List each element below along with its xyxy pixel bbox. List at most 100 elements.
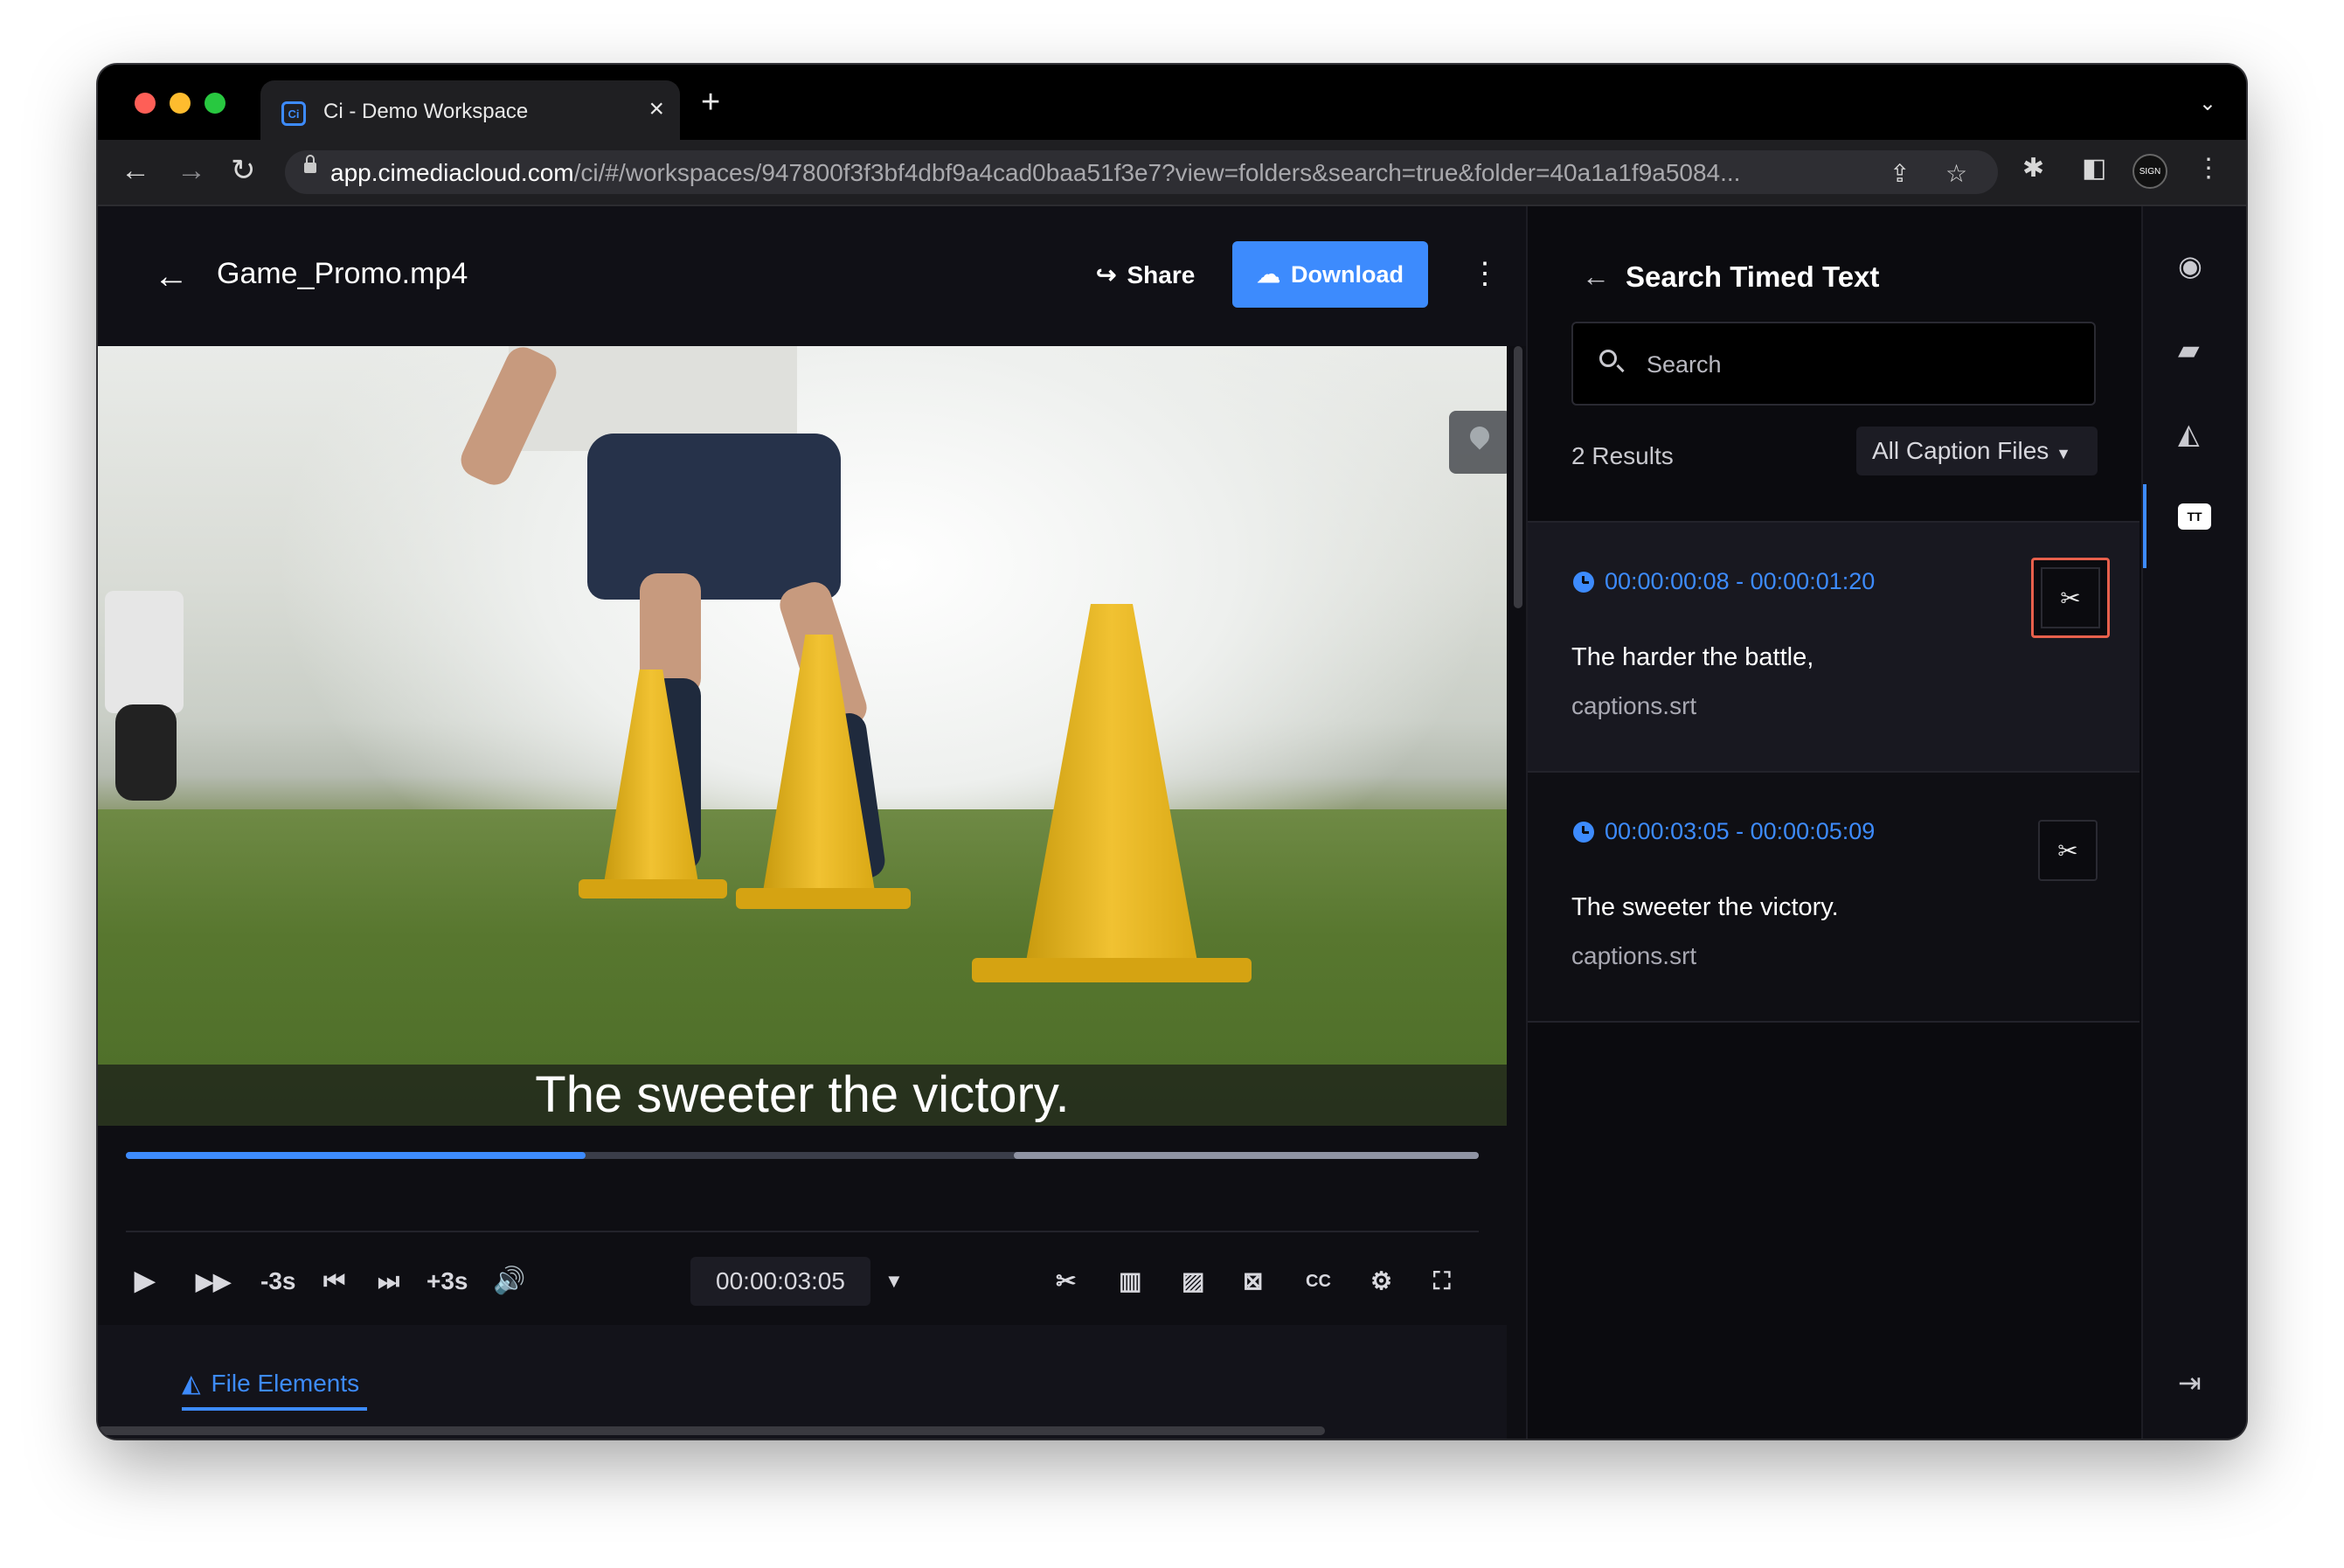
collapse-panel-icon[interactable]: ⇥ [2178,1369,2202,1397]
location-pin-icon[interactable] [1449,411,1507,474]
progress-bar[interactable] [126,1152,1479,1159]
scissors-icon: ✂ [2057,836,2078,864]
clock-icon [1573,821,1594,843]
volume-icon[interactable]: 🔊 [493,1260,525,1302]
tab-file-elements[interactable]: ◭ File Elements [182,1369,359,1398]
closed-captions-icon[interactable]: CC [1306,1260,1331,1302]
back-icon[interactable]: ← [121,156,150,185]
extensions-icon[interactable]: ✱ [2022,156,2044,182]
shapes-icon[interactable]: ◭ [2178,420,2200,448]
result-caption-text: The harder the battle, [1571,643,1814,671]
new-tab-icon[interactable]: + [701,86,720,119]
tab-strip: Ci Ci - Demo Workspace × + ⌄ [98,65,2246,140]
comment-icon[interactable]: ▰ [2178,336,2200,364]
forward-icon[interactable]: → [177,156,206,185]
tab-title: Ci - Demo Workspace [323,100,529,123]
url-text[interactable]: app.cimediacloud.com/ci/#/workspaces/947… [330,159,1921,187]
browser-toolbar: ← → ↻ app.cimediacloud.com/ci/#/workspac… [98,140,2246,206]
profile-avatar[interactable]: SIGN [2132,154,2167,189]
caret-down-icon: ▼ [2056,445,2071,462]
minimize-window-button[interactable] [170,93,191,114]
horizontal-scrollbar[interactable] [98,1426,1325,1435]
share-page-icon[interactable]: ⇪ [1890,159,1910,188]
maximize-window-button[interactable] [205,93,225,114]
safe-area-icon[interactable]: ⊠ [1243,1260,1263,1302]
video-player-shorts [587,434,841,600]
play-icon[interactable]: ▶ [135,1260,155,1302]
video-frame[interactable]: The sweeter the victory. [98,346,1507,1126]
search-result[interactable]: 00:00:03:05 - 00:00:05:09 The sweeter th… [1528,771,2139,1023]
viewer-pane: ← Game_Promo.mp4 ↪ Share ☁ Download ⋮ Th… [98,206,1526,1439]
fast-forward-icon[interactable]: ▶▶ [196,1260,231,1302]
video-bystander-legs [115,704,177,801]
side-panel-icon[interactable]: ◧ [2082,156,2106,182]
skip-forward-button[interactable]: +3s [426,1260,468,1302]
panel-back-icon[interactable]: ← [1582,262,1610,290]
download-button[interactable]: ☁ Download [1232,241,1428,308]
player-controls: ▶ ▶▶ -3s ⏮ ⏭ +3s 🔊 00:00:03:05 ▼ ✂ ▥ ▨ ⊠… [98,1238,1507,1325]
cloud-download-icon: ☁ [1257,260,1280,288]
vertical-scrollbar[interactable] [1514,346,1522,608]
close-window-button[interactable] [135,93,156,114]
asset-header: ← Game_Promo.mp4 ↪ Share ☁ Download ⋮ [98,206,1526,346]
create-clip-button[interactable]: ✂ [2038,820,2098,881]
gear-icon[interactable]: ⚙ [1370,1260,1392,1302]
skip-back-button[interactable]: -3s [260,1260,295,1302]
result-time-text: 00:00:00:08 - 00:00:01:20 [1605,568,1876,594]
search-result[interactable]: 00:00:00:08 - 00:00:01:20 The harder the… [1528,521,2139,771]
browser-menu-icon[interactable]: ⋮ [2195,156,2222,182]
shapes-icon: ◭ [182,1370,201,1397]
chevron-down-icon[interactable]: ⌄ [2199,91,2216,116]
results-count: 2 Results [1571,442,1674,469]
result-time-text: 00:00:03:05 - 00:00:05:09 [1605,818,1876,844]
search-input[interactable] [1645,344,2068,385]
asset-filename: Game_Promo.mp4 [217,257,468,290]
share-button[interactable]: ↪ Share [1096,260,1195,289]
result-caption-text: The sweeter the victory. [1571,893,1839,921]
fullscreen-icon[interactable]: ⛶ [1433,1260,1451,1302]
next-frame-icon[interactable]: ⏭ [378,1260,399,1302]
waveform-icon[interactable]: ▥ [1119,1260,1141,1302]
tab-close-icon[interactable]: × [648,96,664,122]
caption-files-dropdown[interactable]: All Caption Files ▼ [1856,427,2098,475]
scissors-icon[interactable]: ✂ [1056,1260,1076,1302]
result-filename: captions.srt [1571,942,1697,969]
share-icon: ↪ [1096,261,1117,288]
back-arrow-icon[interactable]: ← [154,259,189,294]
timecode-display[interactable]: 00:00:03:05 [690,1257,870,1306]
progress-played [126,1152,586,1159]
eye-icon[interactable]: ◉ [2178,252,2202,280]
video-cone-1-base [579,879,727,898]
favicon-icon: Ci [281,101,306,126]
browser-tab[interactable]: Ci Ci - Demo Workspace × [260,80,680,140]
tab-label: File Elements [211,1369,360,1397]
previous-frame-icon[interactable]: ⏮ [323,1260,345,1302]
address-bar[interactable]: app.cimediacloud.com/ci/#/workspaces/947… [285,150,1998,194]
download-label: Download [1291,260,1404,288]
timecode-caret-icon[interactable]: ▼ [884,1260,904,1302]
result-timecode[interactable]: 00:00:03:05 - 00:00:05:09 [1573,818,1875,845]
reload-icon[interactable]: ↻ [231,156,256,185]
video-bystander [105,591,184,713]
dropdown-label: All Caption Files [1872,437,2049,464]
search-timed-text-panel: ← Search Timed Text 2 Results All Captio… [1526,206,2141,1439]
video-cone-3-base [972,958,1252,982]
video-caption: The sweeter the victory. [98,1065,1507,1126]
clock-icon [1573,571,1594,593]
controls-divider [126,1231,1479,1232]
more-options-icon[interactable]: ⋮ [1470,259,1500,288]
result-timecode[interactable]: 00:00:00:08 - 00:00:01:20 [1573,568,1875,595]
share-label: Share [1127,260,1196,288]
lock-icon [304,155,316,173]
active-tab-underline [182,1407,367,1411]
right-icon-rail: ◉ ▰ ◭ TT ⇥ [2141,206,2246,1439]
browser-window: Ci Ci - Demo Workspace × + ⌄ ← → ↻ app.c… [98,65,2246,1439]
progress-buffered [1014,1152,1479,1159]
timed-text-icon[interactable]: TT [2178,503,2211,530]
create-clip-button[interactable]: ✂ [2031,558,2110,638]
bottom-tabs: ◭ File Elements [98,1325,1507,1439]
panel-title: Search Timed Text [1626,260,1880,293]
star-icon[interactable]: ☆ [1945,159,1967,188]
search-box[interactable] [1571,322,2096,406]
image-icon[interactable]: ▨ [1182,1260,1204,1302]
